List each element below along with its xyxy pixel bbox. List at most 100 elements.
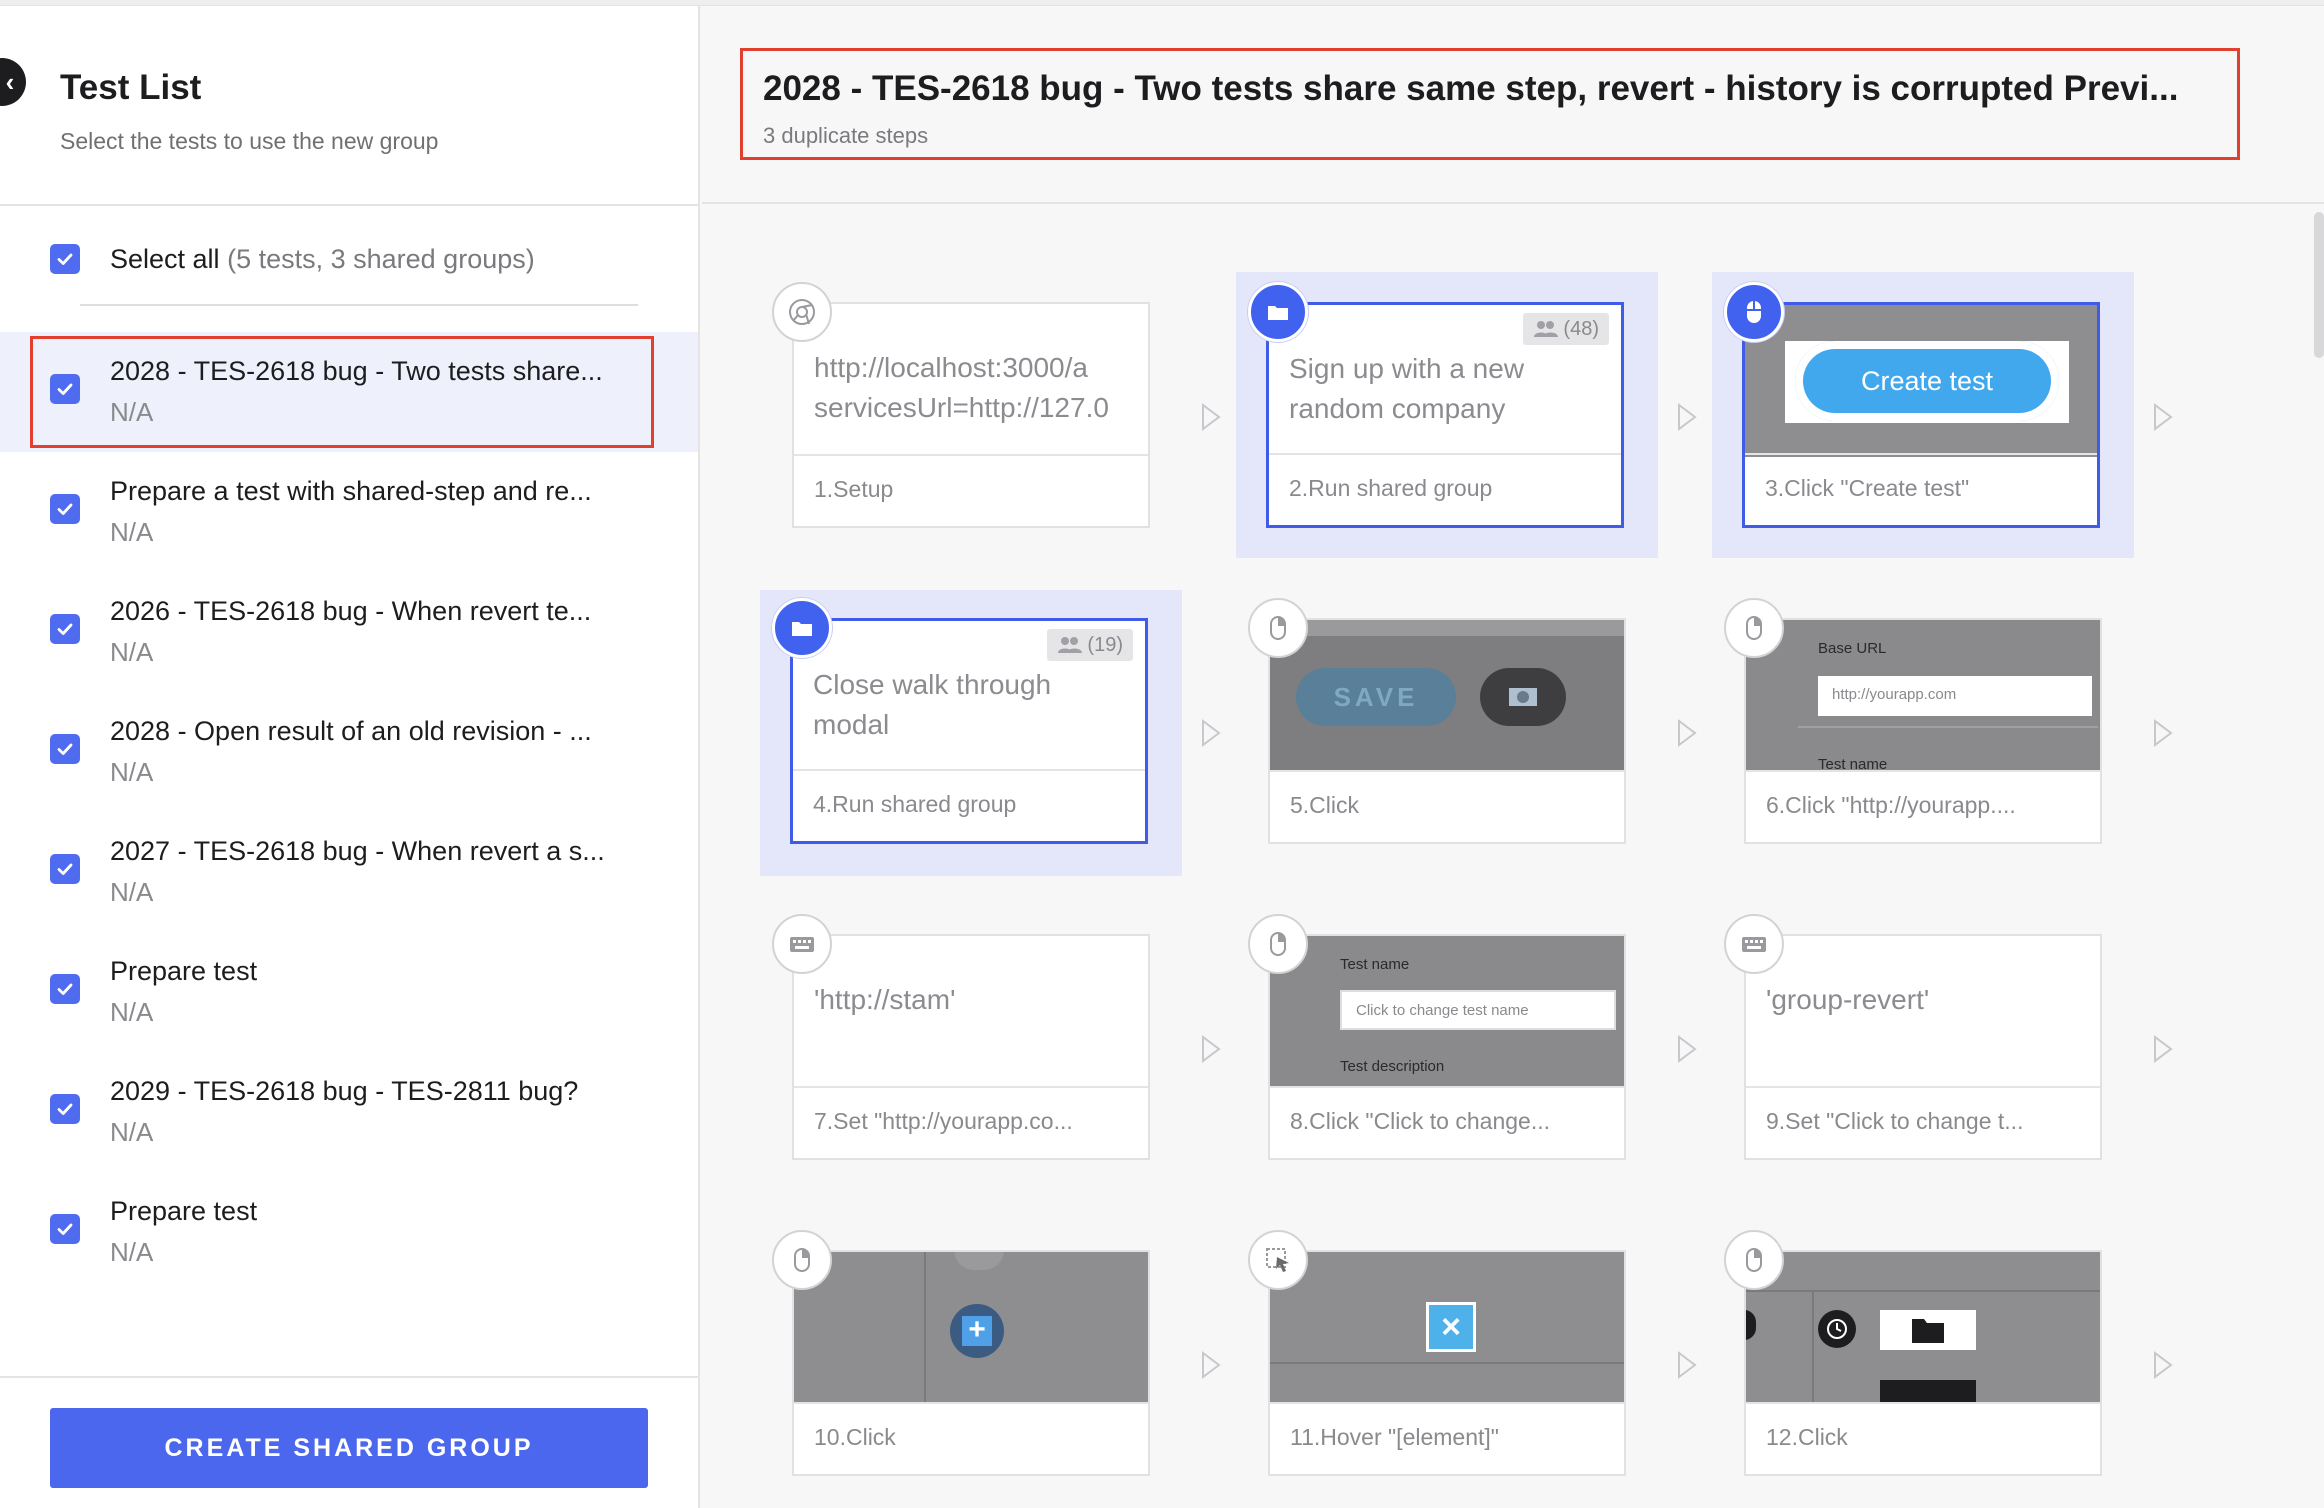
- step-screenshot: SAVE: [1270, 620, 1624, 772]
- test-item[interactable]: 2029 - TES-2618 bug - TES-2811 bug? N/A: [0, 1052, 698, 1172]
- test-checkbox[interactable]: [50, 854, 80, 884]
- test-item[interactable]: 2027 - TES-2618 bug - When revert a s...…: [0, 812, 698, 932]
- base-url-label: Base URL: [1818, 640, 1887, 657]
- check-icon: [57, 1223, 73, 1235]
- step-url-line: servicesUrl=http://127.0: [814, 392, 1109, 423]
- arrow-right-icon: [1678, 1351, 1697, 1379]
- test-checkbox[interactable]: [50, 374, 80, 404]
- step-card[interactable]: Create test 3.Click "Create test": [1742, 302, 2100, 528]
- step-screenshot: +: [794, 1252, 1148, 1404]
- test-status: N/A: [110, 877, 154, 907]
- step-card[interactable]: 12.Click: [1744, 1250, 2102, 1476]
- test-header: 2028 - TES-2618 bug - Two tests share sa…: [702, 6, 2324, 204]
- mouse-icon: [1248, 598, 1308, 658]
- test-name: Prepare test: [110, 956, 258, 986]
- test-status: N/A: [110, 997, 154, 1027]
- test-checkbox[interactable]: [50, 1214, 80, 1244]
- test-item[interactable]: Prepare test N/A: [0, 1172, 698, 1292]
- test-checkbox[interactable]: [50, 1094, 80, 1124]
- check-icon: [57, 253, 73, 265]
- divider: [924, 1252, 926, 1404]
- step-card[interactable]: (19) Close walk through modal 4.Run shar…: [790, 618, 1148, 844]
- select-all-checkbox[interactable]: [50, 244, 80, 274]
- check-icon: [57, 503, 73, 515]
- scrollbar[interactable]: [2314, 212, 2324, 358]
- select-all-label: Select all (5 tests, 3 shared groups): [110, 244, 535, 275]
- hover-icon: [1248, 1230, 1308, 1290]
- test-name: Prepare a test with shared-step and re..…: [110, 476, 592, 506]
- test-checkbox[interactable]: [50, 974, 80, 1004]
- step-label: 9.Set "Click to change t...: [1746, 1086, 2100, 1158]
- check-icon: [57, 1103, 73, 1115]
- step-label: 2.Run shared group: [1269, 453, 1621, 525]
- step-content: 'http://stam': [814, 984, 956, 1015]
- step-card[interactable]: Test name Click to change test name Test…: [1268, 934, 1626, 1160]
- arrow-right-icon: [2154, 403, 2173, 431]
- test-item[interactable]: Prepare test N/A: [0, 932, 698, 1052]
- step-card[interactable]: + 10.Click: [792, 1250, 1150, 1476]
- step-card[interactable]: 'http://stam' 7.Set "http://yourapp.co..…: [792, 934, 1150, 1160]
- mouse-icon: [1248, 914, 1308, 974]
- step-card[interactable]: SAVE 5.Click: [1268, 618, 1626, 844]
- check-icon: [57, 863, 73, 875]
- check-icon: [57, 623, 73, 635]
- step-card[interactable]: × 11.Hover "[element]": [1268, 1250, 1626, 1476]
- test-checkbox[interactable]: [50, 614, 80, 644]
- panel-title: Test List: [60, 68, 202, 107]
- test-item[interactable]: 2026 - TES-2618 bug - When revert te... …: [0, 572, 698, 692]
- test-item[interactable]: Prepare a test with shared-step and re..…: [0, 452, 698, 572]
- keyboard-icon: [1724, 914, 1784, 974]
- step-card[interactable]: Base URL http://yourapp.com Test name 6.…: [1744, 618, 2102, 844]
- arrow-right-icon: [1202, 403, 1221, 431]
- create-shared-group-button[interactable]: CREATE SHARED GROUP: [50, 1408, 648, 1488]
- mouse-icon: [1724, 598, 1784, 658]
- panel-subtitle: Select the tests to use the new group: [60, 128, 439, 154]
- step-card[interactable]: http://localhost:3000/a servicesUrl=http…: [792, 302, 1150, 528]
- chevron-left-icon: ‹: [5, 66, 15, 97]
- test-status: N/A: [110, 1237, 154, 1267]
- main-panel: 2028 - TES-2618 bug - Two tests share sa…: [702, 6, 2324, 1508]
- test-checkbox[interactable]: [50, 734, 80, 764]
- divider: [1812, 1292, 1814, 1404]
- step-label: 11.Hover "[element]": [1270, 1402, 1624, 1474]
- test-list: 2028 - TES-2618 bug - Two tests share...…: [0, 332, 698, 1292]
- test-name: 2029 - TES-2618 bug - TES-2811 bug?: [110, 1076, 579, 1106]
- test-item[interactable]: 2028 - Open result of an old revision - …: [0, 692, 698, 812]
- step-card[interactable]: (48) Sign up with a new random company 2…: [1266, 302, 1624, 528]
- step-screenshot: [1746, 1252, 2100, 1404]
- step-screenshot: Test name Click to change test name Test…: [1270, 936, 1624, 1088]
- test-item[interactable]: 2028 - TES-2618 bug - Two tests share...…: [0, 332, 698, 452]
- mouse-icon: [1724, 1230, 1784, 1290]
- step-label: 3.Click "Create test": [1745, 453, 2097, 525]
- test-name: 2026 - TES-2618 bug - When revert te...: [110, 596, 592, 626]
- divider: [1746, 1290, 2100, 1292]
- step-url-line: http://localhost:3000/a: [814, 352, 1088, 383]
- steps-grid: http://localhost:3000/a servicesUrl=http…: [702, 206, 2312, 1508]
- test-name: Prepare test: [110, 1196, 258, 1226]
- back-button[interactable]: ‹: [0, 58, 26, 106]
- step-card[interactable]: 'group-revert' 9.Set "Click to change t.…: [1744, 934, 2102, 1160]
- step-content: Sign up with a new random company: [1289, 353, 1525, 424]
- step-screenshot: Create test: [1745, 305, 2097, 457]
- pause-icon: [954, 1252, 1004, 1270]
- step-label: 7.Set "http://yourapp.co...: [794, 1086, 1148, 1158]
- test-status: N/A: [110, 637, 154, 667]
- divider: [1798, 726, 2098, 728]
- test-checkbox[interactable]: [50, 494, 80, 524]
- create-test-preview: Create test: [1795, 341, 2059, 421]
- folder-icon: [772, 598, 832, 658]
- divider: [1270, 1362, 1624, 1364]
- step-label: 12.Click: [1746, 1402, 2100, 1474]
- duplicate-steps-count: 3 duplicate steps: [763, 123, 929, 148]
- step-content: Close walk through modal: [813, 669, 1052, 740]
- step-label: 8.Click "Click to change...: [1270, 1086, 1624, 1158]
- arrow-right-icon: [1678, 719, 1697, 747]
- arrow-right-icon: [2154, 1035, 2173, 1063]
- select-all-row[interactable]: Select all (5 tests, 3 shared groups): [50, 236, 535, 282]
- check-icon: [57, 983, 73, 995]
- title-highlight: 2028 - TES-2618 bug - Two tests share sa…: [740, 48, 2240, 160]
- step-screenshot: ×: [1270, 1252, 1624, 1404]
- step-label: 5.Click: [1270, 770, 1624, 842]
- divider: [80, 304, 638, 306]
- step-label: 6.Click "http://yourapp....: [1746, 770, 2100, 842]
